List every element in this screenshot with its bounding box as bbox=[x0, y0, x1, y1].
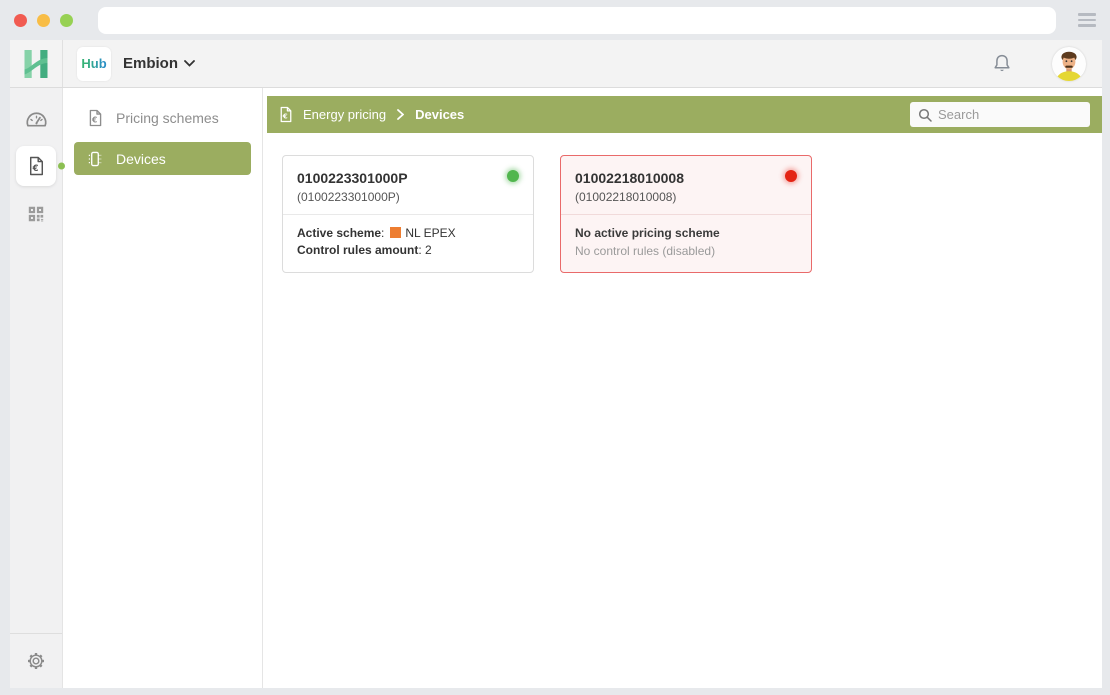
rail-item-energy-pricing[interactable]: € bbox=[10, 142, 62, 190]
organization-selector[interactable]: Embion bbox=[123, 55, 195, 72]
grid-icon bbox=[27, 205, 45, 223]
pricing-document-icon: € bbox=[28, 156, 45, 176]
svg-text:€: € bbox=[91, 116, 97, 125]
device-subtitle: (01002218010008) bbox=[575, 190, 797, 204]
chevron-down-icon bbox=[184, 60, 195, 67]
hub-badge-label: Hub bbox=[81, 56, 106, 71]
card-divider bbox=[283, 214, 533, 215]
main-content: € Energy pricing Devices bbox=[263, 88, 1102, 688]
breadcrumb-devices[interactable]: Devices bbox=[415, 107, 464, 122]
sidebar-item-pricing-schemes[interactable]: € Pricing schemes bbox=[63, 100, 262, 136]
active-scheme-value: NL EPEX bbox=[405, 226, 455, 240]
device-card-list: 0100223301000P (0100223301000P) Active s… bbox=[267, 133, 1102, 295]
active-scheme-row: Active scheme:NL EPEX bbox=[297, 225, 519, 242]
rail-item-settings[interactable] bbox=[10, 634, 62, 688]
no-rules-message: No control rules (disabled) bbox=[575, 242, 797, 260]
status-dot-error bbox=[785, 170, 797, 182]
control-rules-row: Control rules amount: 2 bbox=[297, 242, 519, 259]
pricing-document-icon: € bbox=[88, 109, 103, 127]
status-dot-online bbox=[507, 170, 519, 182]
svg-text:€: € bbox=[282, 113, 288, 121]
zoom-window-button[interactable] bbox=[60, 14, 73, 27]
search-box[interactable] bbox=[910, 102, 1090, 127]
control-rules-value: 2 bbox=[425, 243, 432, 257]
pricing-document-icon: € bbox=[279, 106, 293, 123]
search-icon bbox=[918, 108, 932, 122]
gauge-icon bbox=[25, 109, 48, 128]
rail-item-modules[interactable] bbox=[10, 190, 62, 238]
window-frame: Hub Embion bbox=[0, 40, 1110, 695]
close-window-button[interactable] bbox=[14, 14, 27, 27]
hub-badge: Hub bbox=[77, 47, 111, 81]
icon-rail: € bbox=[10, 88, 63, 688]
chevron-right-icon bbox=[397, 109, 404, 120]
user-avatar[interactable] bbox=[1052, 47, 1086, 81]
breadcrumb-energy-pricing[interactable]: Energy pricing bbox=[303, 107, 386, 122]
address-bar[interactable] bbox=[98, 7, 1056, 34]
sidebar-item-devices[interactable]: Devices bbox=[74, 142, 251, 175]
browser-chrome bbox=[0, 0, 1110, 40]
chip-icon bbox=[87, 150, 103, 168]
svg-text:€: € bbox=[31, 164, 38, 174]
notifications-bell-icon[interactable] bbox=[992, 53, 1012, 74]
organization-name: Embion bbox=[123, 55, 178, 72]
device-card-online[interactable]: 0100223301000P (0100223301000P) Active s… bbox=[282, 155, 534, 273]
app-header: Hub Embion bbox=[10, 40, 1102, 88]
scheme-color-swatch bbox=[390, 227, 401, 238]
h-logo-icon bbox=[22, 49, 50, 79]
sidebar: € Pricing schemes Devices bbox=[63, 88, 263, 688]
active-scheme-label: Active scheme bbox=[297, 226, 381, 240]
device-card-error[interactable]: 01002218010008 (01002218010008) No activ… bbox=[560, 155, 812, 273]
breadcrumb-bar: € Energy pricing Devices bbox=[267, 96, 1102, 133]
rail-active-indicator: € bbox=[16, 146, 56, 186]
device-subtitle: (0100223301000P) bbox=[297, 190, 519, 204]
browser-menu-icon[interactable] bbox=[1078, 13, 1096, 27]
app-window: Hub Embion bbox=[10, 40, 1102, 688]
search-input[interactable] bbox=[938, 107, 1078, 122]
rail-notification-dot bbox=[58, 163, 65, 170]
no-scheme-message: No active pricing scheme bbox=[575, 225, 797, 242]
control-rules-label: Control rules amount bbox=[297, 243, 418, 257]
card-divider bbox=[561, 214, 811, 215]
device-title: 0100223301000P bbox=[297, 170, 519, 186]
device-title: 01002218010008 bbox=[575, 170, 797, 186]
app-logo[interactable] bbox=[10, 40, 63, 87]
minimize-window-button[interactable] bbox=[37, 14, 50, 27]
sidebar-item-label: Devices bbox=[116, 151, 166, 167]
window-controls bbox=[14, 14, 73, 27]
sidebar-item-label: Pricing schemes bbox=[116, 110, 219, 126]
gear-icon bbox=[26, 651, 46, 671]
rail-item-dashboard[interactable] bbox=[10, 94, 62, 142]
